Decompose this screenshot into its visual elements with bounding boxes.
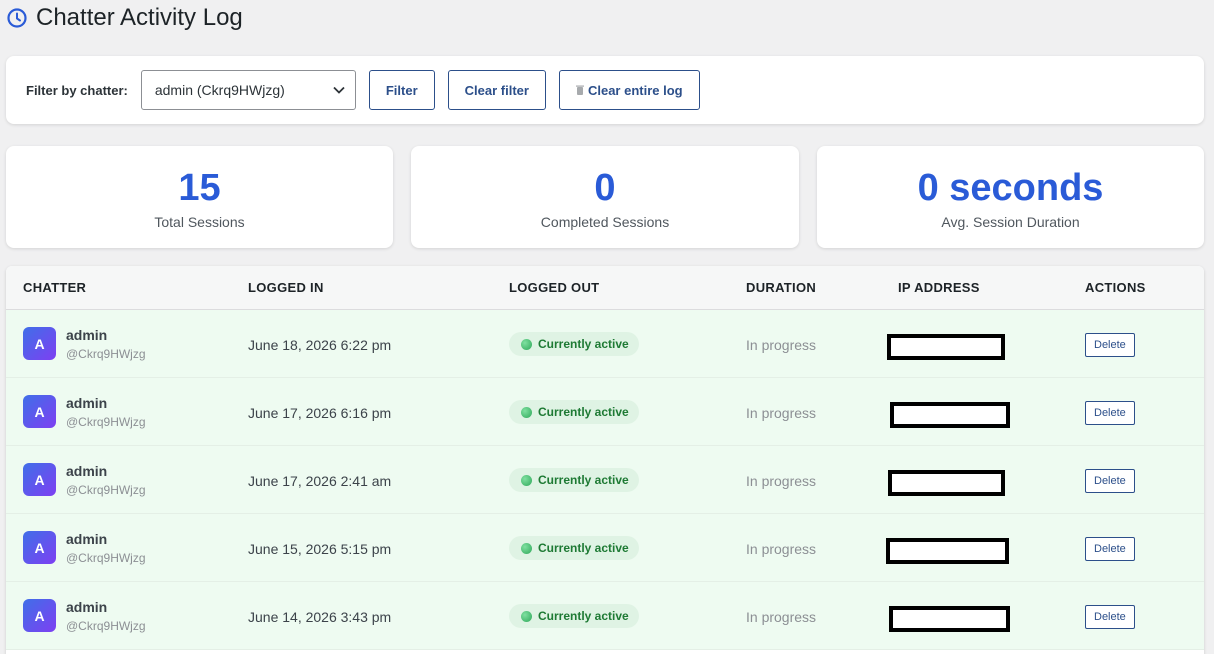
delete-button[interactable]: Delete [1085, 537, 1135, 561]
table-row: A admin @Ckrq9HWjzg June 18, 2026 6:22 p… [6, 310, 1204, 378]
logged-in-time: June 18, 2026 6:22 pm [248, 337, 392, 353]
status-dot-icon [521, 406, 532, 418]
duration: In progress [746, 541, 817, 557]
avatar: A [23, 599, 56, 632]
status-badge: Currently active [509, 468, 639, 492]
logged-in-time: June 14, 2026 3:43 pm [248, 609, 392, 625]
page-header: Chatter Activity Log [6, 4, 243, 32]
stat-label: Avg. Session Duration [941, 214, 1080, 230]
chatter-name: admin [66, 531, 108, 547]
status-badge: Currently active [509, 332, 639, 356]
page-title: Chatter Activity Log [36, 4, 243, 31]
table-row: A admin @Ckrq9HWjzg June 15, 2026 5:15 p… [6, 514, 1204, 582]
duration: In progress [746, 609, 817, 625]
chatter-handle: @Ckrq9HWjzg [66, 619, 146, 633]
chatter-select-value: admin (Ckrq9HWjzg) [154, 82, 285, 98]
status-badge: Currently active [509, 536, 639, 560]
activity-table: CHATTER LOGGED IN LOGGED OUT DURATION IP… [6, 266, 1204, 654]
chevron-down-icon [333, 86, 345, 94]
chatter-select[interactable]: admin (Ckrq9HWjzg) [140, 70, 356, 110]
status-dot-icon [521, 338, 532, 350]
status-text: Currently active [538, 337, 629, 351]
column-header-actions: ACTIONS [1085, 280, 1146, 295]
chatter-name: admin [66, 395, 108, 411]
column-header-duration: DURATION [746, 280, 817, 295]
ip-address-redacted [890, 402, 1010, 428]
stat-value: 0 [594, 167, 616, 209]
status-badge: Currently active [509, 604, 639, 628]
delete-button[interactable]: Delete [1085, 469, 1135, 493]
delete-button[interactable]: Delete [1085, 333, 1135, 357]
chatter-name: admin [66, 599, 108, 615]
status-dot-icon [521, 474, 532, 486]
logged-in-time: June 15, 2026 5:15 pm [248, 541, 392, 557]
status-text: Currently active [538, 541, 629, 555]
status-dot-icon [521, 610, 532, 622]
column-header-logged-out: LOGGED OUT [509, 280, 600, 295]
table-row: A admin @Ckrq9HWjzg June 17, 2026 2:41 a… [6, 446, 1204, 514]
chatter-name: admin [66, 327, 108, 343]
chatter-handle: @Ckrq9HWjzg [66, 347, 146, 361]
duration: In progress [746, 405, 817, 421]
chatter-handle: @Ckrq9HWjzg [66, 415, 146, 429]
table-row: A admin @Ckrq9HWjzg June 14, 2026 3:43 p… [6, 582, 1204, 650]
column-header-ip-address: IP ADDRESS [898, 280, 980, 295]
clock-icon [7, 8, 27, 28]
delete-button[interactable]: Delete [1085, 605, 1135, 629]
table-row: A admin @Ckrq9HWjzg June 17, 2026 6:16 p… [6, 378, 1204, 446]
avatar: A [23, 395, 56, 428]
status-text: Currently active [538, 405, 629, 419]
status-text: Currently active [538, 609, 629, 623]
ip-address-redacted [887, 334, 1005, 360]
stat-label: Completed Sessions [540, 214, 670, 230]
chatter-name: admin [66, 463, 108, 479]
logged-in-time: June 17, 2026 2:41 am [248, 473, 392, 489]
stat-value: 0 seconds [917, 167, 1104, 209]
duration: In progress [746, 473, 817, 489]
status-dot-icon [521, 542, 532, 554]
filter-button[interactable]: Filter [368, 70, 435, 110]
ip-address-redacted [889, 606, 1010, 632]
filter-label: Filter by chatter: [26, 82, 128, 98]
status-text: Currently active [538, 473, 629, 487]
column-header-chatter: CHATTER [23, 280, 87, 295]
ip-address-redacted [886, 538, 1009, 564]
trash-icon [575, 85, 584, 95]
avatar: A [23, 463, 56, 496]
table-header: CHATTER LOGGED IN LOGGED OUT DURATION IP… [6, 266, 1204, 310]
status-badge: Currently active [509, 400, 639, 424]
stat-avg-duration: 0 seconds Avg. Session Duration [817, 146, 1204, 248]
avatar: A [23, 531, 56, 564]
filter-bar: Filter by chatter: admin (Ckrq9HWjzg) Fi… [6, 56, 1204, 124]
avatar: A [23, 327, 56, 360]
stat-value: 15 [178, 167, 221, 209]
duration: In progress [746, 337, 817, 353]
stat-completed-sessions: 0 Completed Sessions [411, 146, 799, 248]
clear-filter-button[interactable]: Clear filter [447, 70, 546, 110]
logged-in-time: June 17, 2026 6:16 pm [248, 405, 392, 421]
ip-address-redacted [888, 470, 1005, 496]
column-header-logged-in: LOGGED IN [248, 280, 324, 295]
delete-button[interactable]: Delete [1085, 401, 1135, 425]
clear-log-button[interactable]: Clear entire log [558, 70, 700, 110]
clear-log-label: Clear entire log [587, 82, 683, 98]
chatter-handle: @Ckrq9HWjzg [66, 551, 146, 565]
chatter-handle: @Ckrq9HWjzg [66, 483, 146, 497]
stat-label: Total Sessions [154, 214, 245, 230]
stat-total-sessions: 15 Total Sessions [6, 146, 393, 248]
